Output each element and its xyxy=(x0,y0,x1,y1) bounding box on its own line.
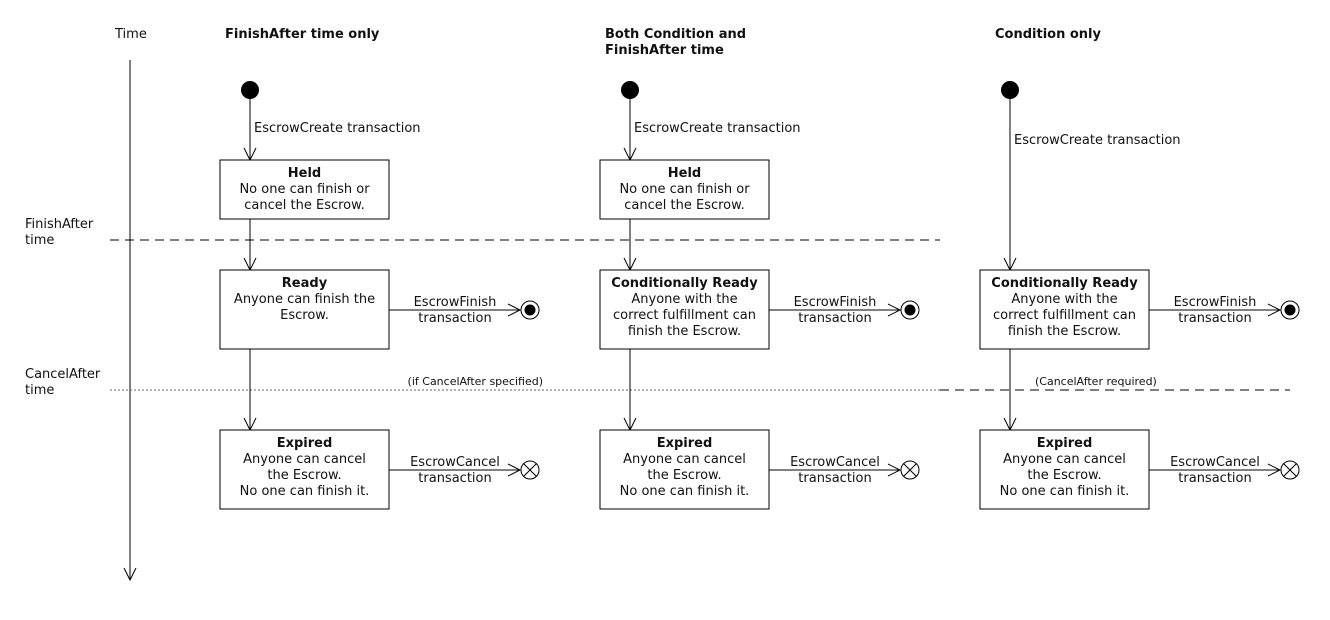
column-title-both-line2: FinishAfter time xyxy=(605,43,724,58)
finish-label-line2: transaction xyxy=(418,311,491,326)
finish-label-line2: transaction xyxy=(798,311,871,326)
ready-state-line1: Anyone with the xyxy=(1011,292,1117,307)
ready-state-line3: finish the Escrow. xyxy=(1008,324,1121,339)
cancel-note: (CancelAfter required) xyxy=(1035,375,1157,388)
held-state-line2: cancel the Escrow. xyxy=(624,198,744,213)
finish-label-line1: EscrowFinish xyxy=(414,295,497,310)
column-title-finishafter-only: FinishAfter time only xyxy=(225,27,380,42)
cancel-note: (if CancelAfter specified) xyxy=(408,375,543,388)
initial-state-icon xyxy=(1001,81,1019,99)
column-finishafter-only: EscrowCreate transaction Held No one can… xyxy=(219,81,543,510)
expired-state-line2: the Escrow. xyxy=(647,468,721,483)
held-state-line1: No one can finish or xyxy=(619,182,750,197)
create-transition-label: EscrowCreate transaction xyxy=(254,121,421,136)
cancel-label-line2: transaction xyxy=(1178,471,1251,486)
finishafter-marker-line2: time xyxy=(25,233,54,248)
held-state-line1: No one can finish or xyxy=(239,182,370,197)
final-state-icon xyxy=(900,300,920,320)
expired-state-line3: No one can finish it. xyxy=(620,484,750,499)
escrow-state-diagram: Time FinishAfter time CancelAfter time F… xyxy=(25,27,1300,582)
ready-state-line2: correct fulfillment can xyxy=(993,308,1136,323)
column-condition-only: EscrowCreate transaction Conditionally R… xyxy=(979,81,1300,510)
expired-state-line1: Anyone can cancel xyxy=(1003,452,1126,467)
expired-state-line1: Anyone can cancel xyxy=(623,452,746,467)
expired-state-title: Expired xyxy=(657,436,713,451)
cancelafter-marker-line1: CancelAfter xyxy=(25,367,101,382)
terminated-state-icon xyxy=(520,460,540,480)
expired-state-line3: No one can finish it. xyxy=(240,484,370,499)
ready-state-line2: Escrow. xyxy=(280,308,329,323)
ready-state-title: Ready xyxy=(282,276,328,291)
terminated-state-icon xyxy=(900,460,920,480)
terminated-state-icon xyxy=(1280,460,1300,480)
finish-label-line2: transaction xyxy=(1178,311,1251,326)
expired-state-line3: No one can finish it. xyxy=(1000,484,1130,499)
cancel-label-line2: transaction xyxy=(418,471,491,486)
ready-state-title: Conditionally Ready xyxy=(991,276,1138,291)
final-state-icon xyxy=(1280,300,1300,320)
expired-state-line2: the Escrow. xyxy=(267,468,341,483)
held-state-title: Held xyxy=(668,166,701,181)
held-state-line2: cancel the Escrow. xyxy=(244,198,364,213)
ready-state-line1: Anyone with the xyxy=(631,292,737,307)
column-title-condition-only: Condition only xyxy=(995,27,1102,42)
initial-state-icon xyxy=(621,81,639,99)
expired-state-line1: Anyone can cancel xyxy=(243,452,366,467)
column-both-condition-and-finishafter: EscrowCreate transaction Held No one can… xyxy=(599,81,920,510)
create-transition-label: EscrowCreate transaction xyxy=(634,121,801,136)
cancel-label-line1: EscrowCancel xyxy=(1170,455,1260,470)
ready-state-line3: finish the Escrow. xyxy=(628,324,741,339)
final-state-icon xyxy=(520,300,540,320)
held-state-title: Held xyxy=(288,166,321,181)
ready-state-line1: Anyone can finish the xyxy=(234,292,375,307)
ready-state-title: Conditionally Ready xyxy=(611,276,758,291)
cancel-label-line1: EscrowCancel xyxy=(790,455,880,470)
finishafter-marker-line1: FinishAfter xyxy=(25,217,94,232)
ready-state-line2: correct fulfillment can xyxy=(613,308,756,323)
cancelafter-marker-line2: time xyxy=(25,383,54,398)
expired-state-title: Expired xyxy=(277,436,333,451)
column-title-both-line1: Both Condition and xyxy=(605,27,746,42)
create-transition-label: EscrowCreate transaction xyxy=(1014,133,1181,148)
expired-state-line2: the Escrow. xyxy=(1027,468,1101,483)
expired-state-title: Expired xyxy=(1037,436,1093,451)
finish-label-line1: EscrowFinish xyxy=(1174,295,1257,310)
cancel-label-line2: transaction xyxy=(798,471,871,486)
cancel-label-line1: EscrowCancel xyxy=(410,455,500,470)
initial-state-icon xyxy=(241,81,259,99)
finish-label-line1: EscrowFinish xyxy=(794,295,877,310)
time-axis-label: Time xyxy=(114,27,147,42)
